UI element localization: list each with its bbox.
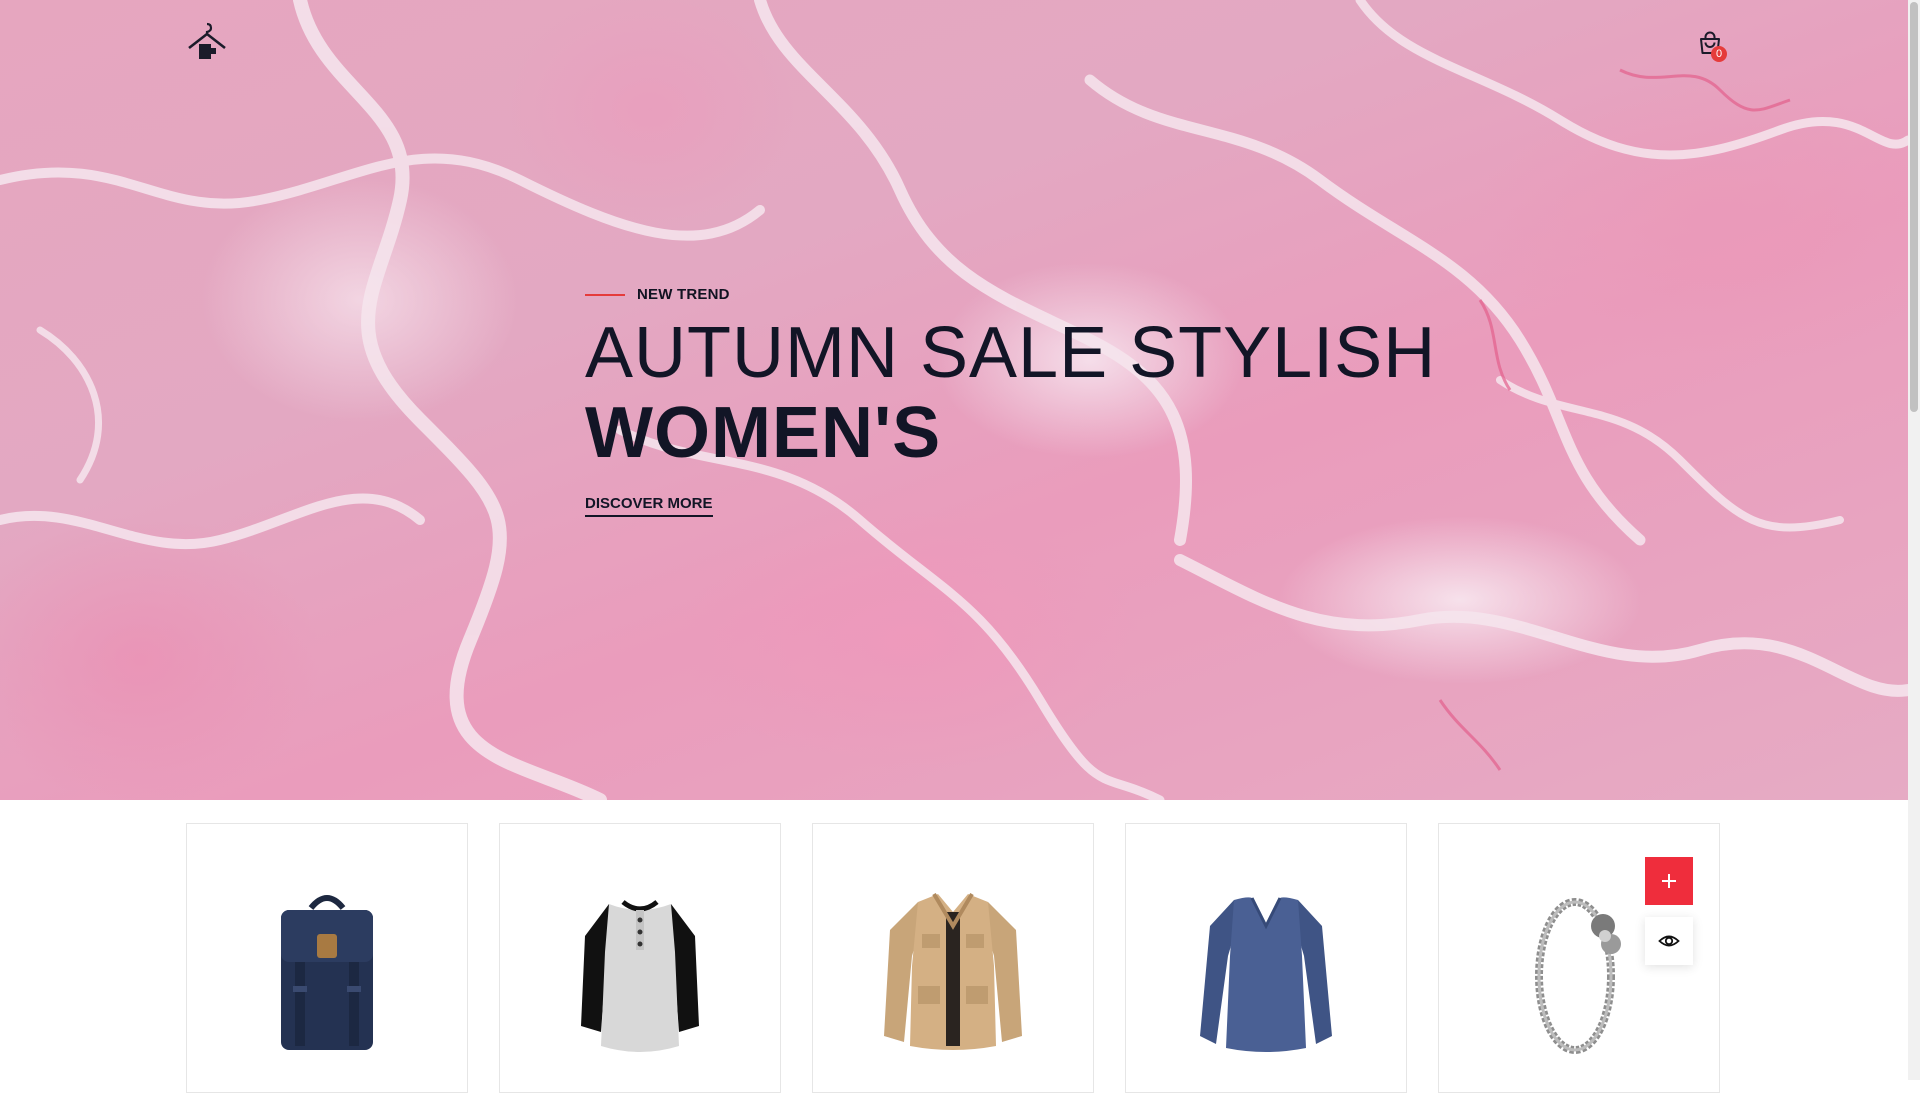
plus-icon: [1662, 874, 1676, 888]
cart-count-badge: 0: [1711, 46, 1727, 62]
jacket-image: [884, 892, 1022, 1050]
product-card[interactable]: [812, 823, 1094, 1093]
eyebrow-accent-line: [585, 293, 625, 296]
discover-more-link[interactable]: DISCOVER MORE: [585, 495, 713, 517]
store-logo[interactable]: [186, 22, 228, 64]
hero-content: NEW TREND AUTUMN SALE STYLISH WOMEN'S DI…: [585, 286, 1436, 517]
page-scrollbar[interactable]: [1908, 0, 1920, 1080]
backpack-image: [281, 895, 373, 1050]
product-card[interactable]: [1125, 823, 1407, 1093]
scrollbar-thumb[interactable]: [1910, 2, 1918, 412]
product-card[interactable]: [499, 823, 781, 1093]
hanger-home-logo-icon: [188, 22, 226, 59]
raglan-tee-image: [581, 899, 699, 1052]
add-to-cart-button[interactable]: [1645, 857, 1693, 905]
eye-icon: [1658, 935, 1680, 947]
bracelet-image: [1535, 898, 1621, 1054]
quick-view-button[interactable]: [1645, 917, 1693, 965]
product-grid: [186, 823, 1724, 1093]
hero-banner: 0 NEW TREND AUTUMN SALE STYLISH WOMEN'S …: [0, 0, 1908, 800]
hero-title-bold: WOMEN'S: [585, 393, 942, 473]
hero-eyebrow: NEW TREND: [585, 286, 1436, 303]
longsleeve-vneck-image: [1200, 897, 1332, 1052]
hero-title-light: AUTUMN SALE STYLISH: [585, 313, 1437, 393]
product-card[interactable]: [186, 823, 468, 1093]
eyebrow-text: NEW TREND: [637, 286, 730, 303]
product-card[interactable]: [1438, 823, 1720, 1093]
